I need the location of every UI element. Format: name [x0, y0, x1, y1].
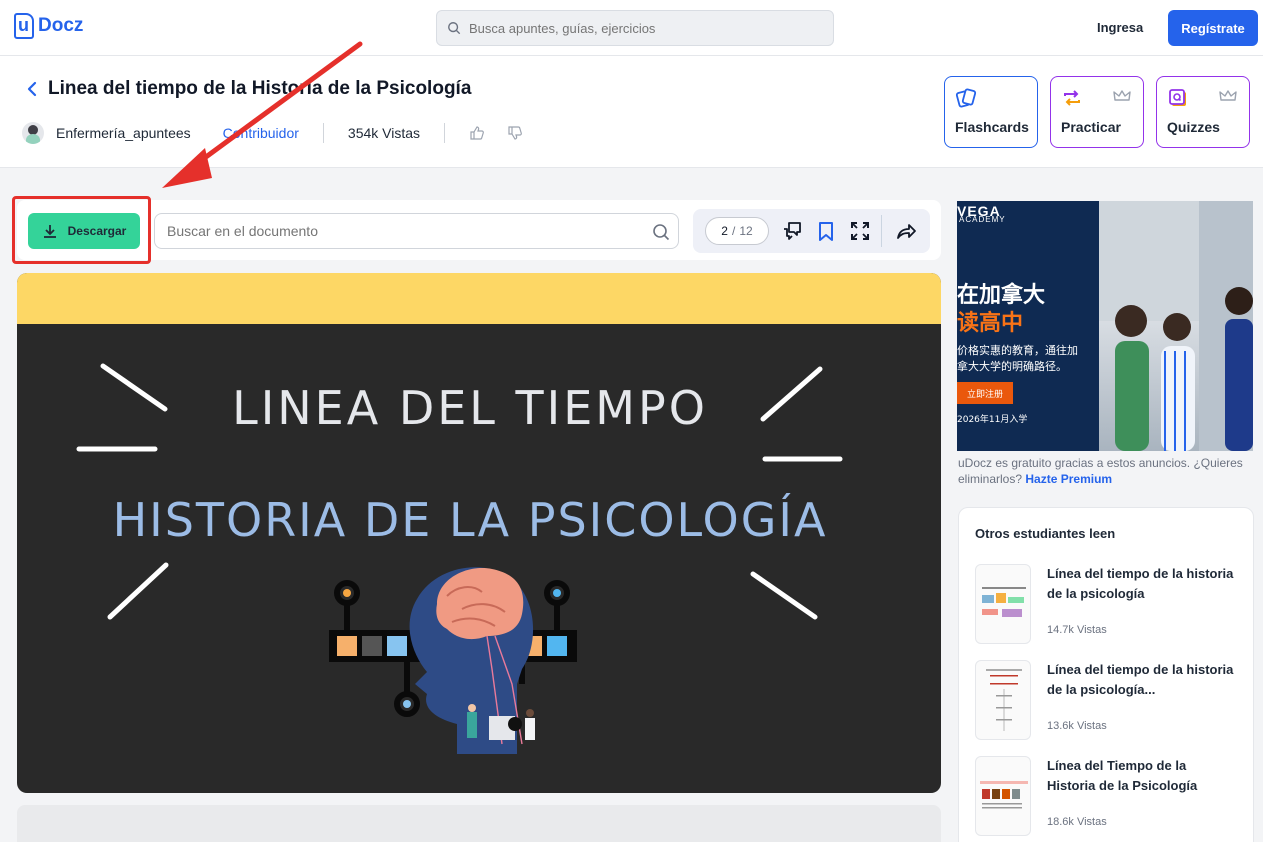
brain-machine-illustration: [329, 567, 577, 754]
practice-icon: [1064, 90, 1080, 106]
related-item[interactable]: Línea del tiempo de la historia de la ps…: [975, 564, 1245, 646]
ad-cta-button[interactable]: 立即注册: [957, 382, 1013, 404]
ad-body: 价格实惠的教育，通往加拿大大学的明确路径。: [957, 344, 1078, 373]
thumbs-down-icon[interactable]: [507, 125, 523, 141]
related-item-title: Línea del tiempo de la historia de la ps…: [1047, 662, 1234, 697]
ad-photo: [1099, 201, 1253, 451]
document-search-bar[interactable]: [154, 213, 679, 249]
related-item-title: Línea del tiempo de la historia de la ps…: [1047, 566, 1234, 601]
search-icon: [448, 22, 461, 35]
global-search-bar[interactable]: [436, 10, 834, 46]
related-item-views: 18.6k Vistas: [1047, 816, 1107, 828]
viewer-toolbar: Descargar 2 / 12: [17, 200, 941, 260]
ad-headline-2: 读高中: [957, 311, 1024, 336]
crown-icon: [1113, 90, 1131, 101]
practice-button[interactable]: Practicar: [1050, 76, 1144, 148]
logo-text: Docz: [38, 15, 84, 36]
signup-button[interactable]: Regístrate: [1168, 10, 1258, 46]
document-page: LINEA DEL TIEMPO HISTORIA DE LA PSICOLOG…: [17, 273, 941, 793]
viewer-tools: 2 / 12: [693, 209, 930, 253]
page-indicator[interactable]: 2 / 12: [705, 217, 769, 245]
divider: [444, 123, 446, 143]
related-item-views: 13.6k Vistas: [1047, 720, 1107, 732]
thumbs-up-icon[interactable]: [469, 125, 485, 141]
ad-date: 2026年11月入学: [957, 415, 1028, 425]
related-item-views: 14.7k Vistas: [1047, 624, 1107, 636]
related-item[interactable]: Línea del tiempo de la historia de la ps…: [975, 660, 1245, 742]
author-avatar[interactable]: [22, 122, 44, 144]
highlight-box: [12, 196, 151, 264]
slide-header-band: [17, 273, 941, 324]
related-title: Otros estudiantes leen: [975, 526, 1116, 541]
page-current: 2: [721, 224, 728, 238]
search-icon[interactable]: [652, 223, 670, 241]
crown-icon: [1219, 90, 1237, 101]
page-slash: /: [731, 224, 736, 238]
share-icon[interactable]: [895, 220, 917, 242]
udocz-logo[interactable]: Docz: [14, 13, 83, 39]
ad-students-image: [1099, 201, 1253, 451]
flashcards-button[interactable]: Flashcards: [944, 76, 1038, 148]
quizzes-label: Quizzes: [1167, 119, 1220, 135]
divider: [881, 215, 882, 247]
ad-note: uDocz es gratuito gracias a estos anunci…: [958, 455, 1254, 487]
document-search-input[interactable]: [167, 223, 637, 239]
slide-artwork: LINEA DEL TIEMPO HISTORIA DE LA PSICOLOG…: [76, 363, 843, 754]
related-documents-panel: Otros estudiantes leen Línea del tiempo …: [958, 507, 1254, 842]
quizzes-button[interactable]: Quizzes: [1156, 76, 1250, 148]
page-total: 12: [739, 224, 753, 238]
fullscreen-icon[interactable]: [849, 220, 871, 242]
login-link[interactable]: Ingresa: [1097, 20, 1143, 35]
bookmark-icon[interactable]: [815, 220, 837, 242]
related-thumbnail: [975, 564, 1031, 644]
annotation-arrow-icon: [162, 41, 363, 188]
flashcards-icon: [955, 88, 977, 108]
slide-title-line1: LINEA DEL TIEMPO: [232, 381, 708, 435]
sidebar-advertisement[interactable]: VEGA ACADEMY 在加拿大 读高中 价格实惠的教育，通往加拿大大学的明确…: [957, 201, 1253, 451]
related-thumbnail: [975, 660, 1031, 740]
back-arrow-icon[interactable]: [24, 80, 40, 98]
related-item[interactable]: Línea del Tiempo de la Historia de la Ps…: [975, 756, 1245, 838]
global-search-input[interactable]: [469, 20, 809, 36]
next-document-page: [17, 805, 941, 842]
comments-icon[interactable]: [781, 220, 803, 242]
related-thumbnail: [975, 756, 1031, 836]
premium-link[interactable]: Hazte Premium: [1025, 472, 1112, 486]
flashcards-label: Flashcards: [955, 119, 1029, 135]
quizzes-icon: [1169, 89, 1186, 106]
ad-brand-sub: ACADEMY: [959, 215, 1006, 224]
slide-title-line2: HISTORIA DE LA PSICOLOGÍA: [113, 493, 828, 547]
logo-mark-icon: [14, 13, 34, 39]
practice-label: Practicar: [1061, 119, 1121, 135]
related-item-title: Línea del Tiempo de la Historia de la Ps…: [1047, 758, 1198, 793]
